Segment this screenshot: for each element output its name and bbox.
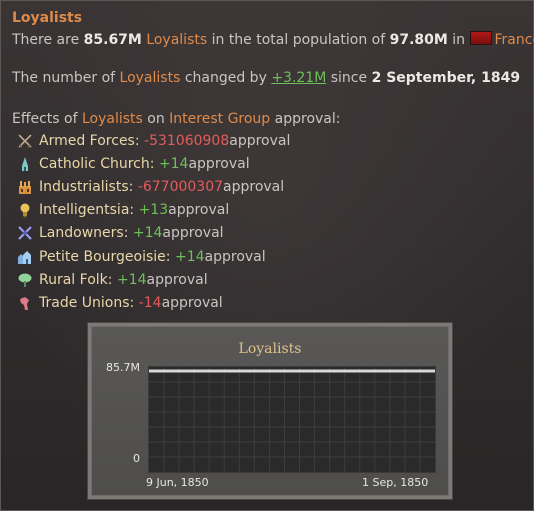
change-group-link[interactable]: Loyalists bbox=[120, 70, 181, 86]
buildings-icon bbox=[17, 249, 33, 265]
y-tick-max: 85.7M bbox=[106, 361, 140, 374]
tooltip-title: Loyalists bbox=[12, 10, 83, 26]
ig-row-armed-forces: Armed Forces: -531060908 approval bbox=[17, 129, 290, 152]
chart-svg bbox=[148, 367, 436, 472]
ig-value: -531060908 bbox=[144, 132, 230, 149]
tree-icon bbox=[17, 272, 33, 288]
windmill-icon bbox=[17, 225, 33, 241]
chart-panel: Loyalists 85.7M 0 9 Jun, 1850 1 Sep, 185… bbox=[92, 327, 448, 495]
ig-name[interactable]: Trade Unions bbox=[39, 295, 130, 311]
ig-row-catholic-church: Catholic Church: +14 approval bbox=[17, 152, 290, 175]
church-spire-icon bbox=[17, 156, 33, 172]
factory-icon bbox=[17, 179, 33, 195]
ig-value: +14 bbox=[158, 155, 189, 172]
ig-row-intelligentsia: Intelligentsia: +13 approval bbox=[17, 199, 290, 222]
loyalists-chart: Loyalists 85.7M 0 9 Jun, 1850 1 Sep, 185… bbox=[87, 322, 453, 500]
change-line: The number of Loyalists changed by +3.21… bbox=[12, 70, 521, 86]
pop-group-link[interactable]: Loyalists bbox=[146, 32, 207, 48]
x-tick-start: 9 Jun, 1850 bbox=[146, 476, 209, 489]
ig-value: +13 bbox=[138, 202, 169, 219]
chart-title: Loyalists bbox=[238, 341, 302, 357]
ig-row-landowners: Landowners: +14 approval bbox=[17, 222, 290, 245]
ig-name[interactable]: Intelligentsia bbox=[39, 202, 129, 218]
chart-plot-area bbox=[148, 366, 436, 473]
france-flag-icon bbox=[469, 31, 492, 45]
country-link[interactable]: France bbox=[495, 32, 534, 48]
ig-name[interactable]: Landowners bbox=[39, 225, 124, 241]
ig-name[interactable]: Catholic Church bbox=[39, 156, 150, 172]
y-tick-min: 0 bbox=[133, 452, 140, 465]
pop-total: 97.80M bbox=[389, 32, 448, 48]
ig-name[interactable]: Armed Forces bbox=[39, 133, 135, 149]
population-tooltip: Loyalists There are 85.67M Loyalists in … bbox=[0, 0, 534, 511]
ig-value: +14 bbox=[132, 225, 163, 242]
ig-row-trade-unions: Trade Unions: -14 approval bbox=[17, 291, 290, 314]
ig-value: +14 bbox=[116, 271, 147, 288]
ig-row-industrialists: Industrialists: -677000307 approval bbox=[17, 175, 290, 198]
effects-header: Effects of Loyalists on Interest Group a… bbox=[12, 111, 341, 127]
interest-group-list: Armed Forces: -531060908 approval Cathol… bbox=[17, 129, 290, 315]
ig-name[interactable]: Industrialists bbox=[39, 179, 129, 195]
effects-group-link[interactable]: Loyalists bbox=[82, 111, 143, 127]
ig-value: -677000307 bbox=[137, 178, 224, 195]
change-delta-link[interactable]: +3.21M bbox=[271, 70, 326, 86]
crossed-swords-icon bbox=[17, 133, 33, 149]
population-line: There are 85.67M Loyalists in the total … bbox=[12, 31, 534, 48]
raised-fist-icon bbox=[17, 295, 33, 311]
ig-name[interactable]: Rural Folk bbox=[39, 272, 108, 288]
interest-group-link[interactable]: Interest Group bbox=[169, 111, 270, 127]
ig-name[interactable]: Petite Bourgeoisie bbox=[39, 249, 166, 265]
pop-count: 85.67M bbox=[83, 32, 142, 48]
lightbulb-icon bbox=[17, 202, 33, 218]
x-tick-end: 1 Sep, 1850 bbox=[362, 476, 429, 489]
ig-row-petite-bourgeoisie: Petite Bourgeoisie: +14 approval bbox=[17, 245, 290, 268]
change-date: 2 September, 1849 bbox=[371, 70, 521, 86]
ig-row-rural-folk: Rural Folk: +14 approval bbox=[17, 268, 290, 291]
ig-value: +14 bbox=[174, 248, 205, 265]
ig-value: -14 bbox=[138, 294, 162, 311]
